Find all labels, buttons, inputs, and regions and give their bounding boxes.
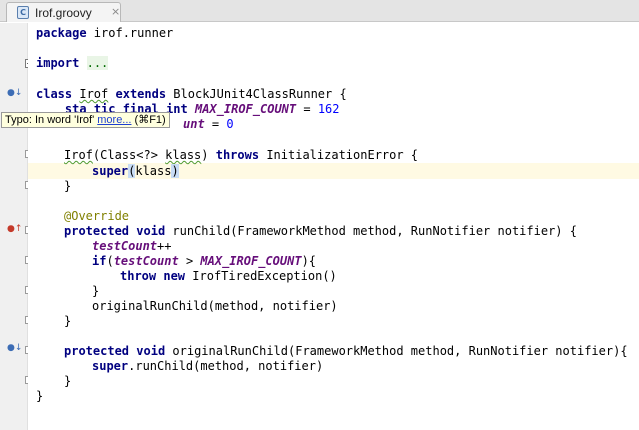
code-line-1: package irof.runner <box>36 26 174 40</box>
tab-close-icon[interactable]: × <box>111 5 120 18</box>
code-line-3: import ... <box>36 56 109 70</box>
code-line-5: class Irof extends BlockJUnit4ClassRunne… <box>36 87 347 101</box>
code-line-22: protected void originalRunChild(Framewor… <box>64 344 628 358</box>
code-line-13: @Override <box>64 209 130 223</box>
code-line-9: Irof(Class<?> klass) throws Initializati… <box>64 148 419 162</box>
tab-irof-groovy[interactable]: C Irof.groovy × <box>6 2 121 22</box>
code-line-17: throw new IrofTiredException() <box>120 269 337 283</box>
implemented-method-icon[interactable]: ●↓ <box>7 342 22 354</box>
code-line-10: super(klass) <box>92 164 179 178</box>
code-line-7: unt = 0 <box>183 117 234 131</box>
typo-word: Irof <box>79 87 109 101</box>
code-line-18: } <box>92 284 100 298</box>
code-line-14: protected void runChild(FrameworkMethod … <box>64 224 577 238</box>
tooltip-message: Typo: In word 'Irof' <box>5 114 95 126</box>
code-line-25: } <box>36 389 44 403</box>
groovy-file-icon: C <box>17 6 29 19</box>
override-method-icon[interactable]: ●↑ <box>7 223 22 235</box>
folded-imports[interactable]: ... <box>86 56 109 70</box>
code-line-19: originalRunChild(method, notifier) <box>92 299 338 313</box>
implemented-method-icon[interactable]: ●↓ <box>7 87 22 99</box>
code-line-16: if(testCount > MAX_IROF_COUNT){ <box>92 254 317 268</box>
tab-title: Irof.groovy <box>35 6 92 20</box>
tooltip-more-link[interactable]: more... <box>97 114 131 126</box>
code-line-11: } <box>64 179 72 193</box>
editor-tab-bar: C Irof.groovy × <box>0 0 639 22</box>
code-editor[interactable]: package irof.runner import ... class Iro… <box>28 23 639 430</box>
typo-tooltip: Typo: In word 'Irof' more... (⌘F1) <box>1 112 170 128</box>
tooltip-shortcut: (⌘F1) <box>134 114 166 126</box>
code-line-15: testCount++ <box>92 239 172 253</box>
code-line-24: } <box>64 374 72 388</box>
code-line-23: super.runChild(method, notifier) <box>92 359 324 373</box>
code-line-20: } <box>64 314 72 328</box>
